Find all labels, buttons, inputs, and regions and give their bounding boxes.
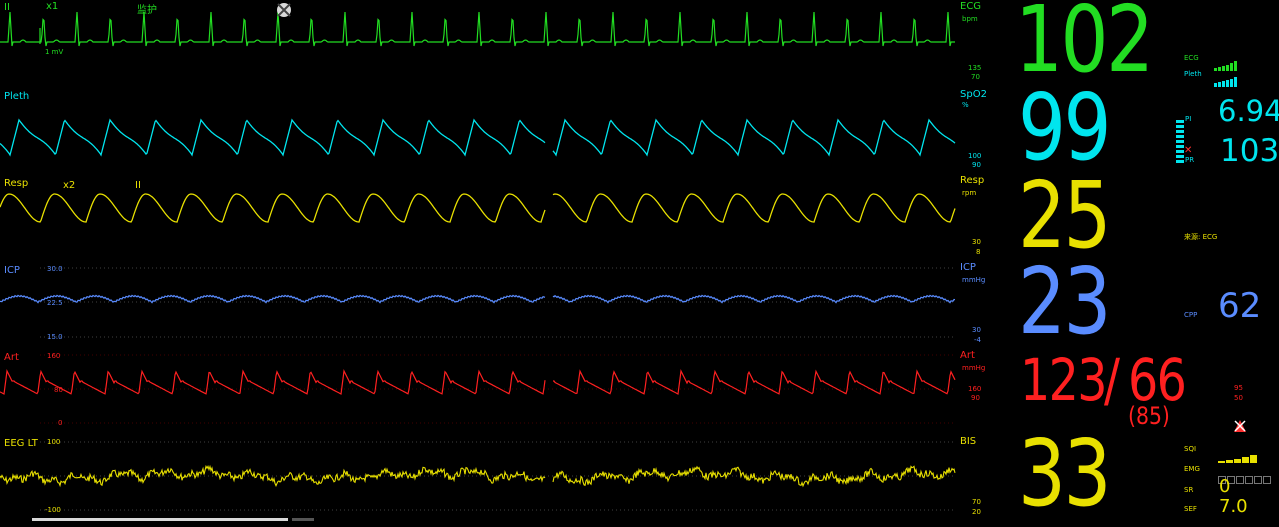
art-alarm-low: 90 — [971, 394, 980, 402]
bis-alarm-off-icon — [1234, 420, 1246, 432]
ecg-param-label: ECG — [960, 1, 982, 12]
pi-value[interactable]: 6.94 — [1218, 94, 1279, 128]
art-param-label: Art — [960, 350, 975, 361]
ecg-signal-bars — [1214, 52, 1238, 71]
art-mean-alarm-low: 50 — [1234, 394, 1243, 402]
art-mean-alarm-high: 95 — [1234, 384, 1243, 392]
alarm-off-icon — [277, 3, 291, 17]
art-systolic-value[interactable]: 123 — [1020, 351, 1108, 409]
art-mean-value[interactable]: (85) — [1128, 404, 1170, 428]
waveform-area — [0, 11, 956, 511]
art-unit: mmHg — [962, 364, 986, 372]
art-label[interactable]: Art — [4, 352, 19, 363]
spo2-value[interactable]: 99 — [1018, 82, 1112, 174]
icp-scale-top: 30.0 — [47, 265, 63, 273]
ecg-alarm-low: 70 — [971, 73, 980, 81]
ecg-lead-label[interactable]: II — [4, 2, 10, 13]
emg-label: EMG — [1184, 465, 1200, 473]
resp-label[interactable]: Resp — [4, 178, 28, 189]
ecg-scale-label: 1 mV — [45, 48, 64, 56]
resp-alarm-high: 30 — [972, 238, 981, 246]
bis-alarm-high: 70 — [972, 498, 981, 506]
pleth-waveform — [0, 118, 956, 157]
art-separator: / — [1104, 346, 1121, 414]
resp-source-label: 来源: ECG — [1184, 233, 1218, 241]
art-alarm-high: 160 — [968, 385, 982, 393]
icp-label[interactable]: ICP — [4, 265, 20, 276]
icp-waveform — [0, 294, 956, 304]
perfusion-bar — [1176, 120, 1184, 166]
sef-label: SEF — [1184, 505, 1197, 513]
spo2-alarm-high: 100 — [968, 152, 982, 160]
ecg-alarm-high: 135 — [968, 64, 982, 72]
art-waveform — [0, 368, 956, 395]
pleth-label[interactable]: Pleth — [4, 91, 29, 102]
icp-unit: mmHg — [962, 276, 986, 284]
ecg-unit: bpm — [962, 15, 978, 23]
bis-param-label: BIS — [960, 436, 977, 447]
ecg-signal-label: ECG — [1184, 54, 1199, 62]
pi-label: PI — [1185, 115, 1192, 123]
pr-value[interactable]: 103 — [1220, 133, 1279, 169]
icp-value[interactable]: 23 — [1018, 256, 1112, 348]
pleth-signal-label: Pleth — [1184, 70, 1202, 78]
eeg-scale-bottom: -100 — [45, 506, 61, 514]
ecg-mode-label[interactable]: 监护 — [137, 1, 157, 16]
cpp-label: CPP — [1184, 311, 1198, 319]
spo2-param-label: SpO2 — [960, 89, 987, 100]
art-scale-mid: 80 — [54, 386, 63, 394]
resp-lead-label[interactable]: II — [135, 180, 141, 191]
resp-alarm-low: 8 — [976, 248, 981, 256]
pr-label: PR — [1185, 156, 1195, 164]
bis-alarm-off-icon[interactable] — [1233, 418, 1247, 432]
art-scale-bottom: 0 — [58, 419, 63, 427]
ecg-waveform — [0, 11, 955, 47]
art-scale-top: 160 — [47, 352, 61, 360]
resp-unit: rpm — [962, 189, 977, 197]
bis-alarm-low: 20 — [972, 508, 981, 516]
pleth-signal-bars — [1214, 68, 1238, 87]
cpp-value[interactable]: 62 — [1218, 286, 1261, 326]
art-diastolic-value[interactable]: 66 — [1128, 351, 1187, 409]
sef-value[interactable]: 7.0 — [1219, 496, 1248, 517]
eeg-waveform — [0, 464, 956, 488]
alarm-off-icon[interactable] — [276, 2, 292, 18]
timeline-scrollbar[interactable] — [32, 518, 288, 521]
icp-scale-bottom: 15.0 — [47, 333, 63, 341]
icp-param-label: ICP — [960, 262, 976, 273]
resp-waveform — [0, 193, 956, 223]
eeg-label[interactable]: EEG LT — [4, 438, 38, 449]
icp-alarm-low: -4 — [974, 336, 981, 344]
eeg-scale-top: 100 — [47, 438, 61, 446]
resp-gain-label[interactable]: x2 — [63, 180, 75, 191]
sr-label: SR — [1184, 486, 1194, 494]
icp-alarm-high: 30 — [972, 326, 981, 334]
spo2-unit: % — [962, 101, 969, 109]
resp-param-label: Resp — [960, 175, 985, 186]
ecg-gain-label[interactable]: x1 — [46, 1, 58, 12]
pr-alarm-off-icon: ✕ — [1184, 145, 1193, 156]
sr-value[interactable]: 0 — [1219, 476, 1230, 497]
icp-scale-mid: 22.5 — [47, 299, 63, 307]
sqi-label: SQI — [1184, 445, 1197, 453]
sqi-bars — [1218, 444, 1258, 463]
bis-value[interactable]: 33 — [1018, 428, 1112, 520]
timeline-scrollbar-end[interactable] — [292, 518, 314, 521]
spo2-alarm-low: 90 — [972, 161, 981, 169]
